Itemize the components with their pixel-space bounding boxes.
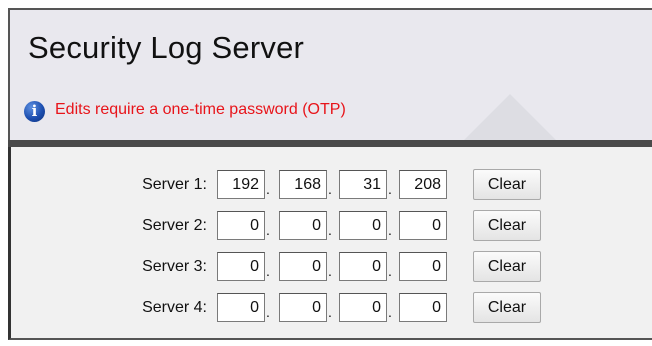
server-1-label: Server 1:: [142, 176, 207, 193]
otp-notice: i Edits require a one-time password (OTP…: [24, 97, 346, 123]
server-4-octet-4[interactable]: [399, 293, 447, 322]
server-row-1: Server 1: . . . Clear: [11, 169, 651, 200]
server-3-octet-1[interactable]: [217, 252, 265, 281]
octet-separator: .: [328, 263, 332, 279]
octet-separator: .: [266, 181, 270, 197]
server-row-2: Server 2: . . . Clear: [11, 210, 651, 241]
watermark-shape: [450, 94, 570, 140]
octet-separator: .: [388, 263, 392, 279]
server-4-octet-1[interactable]: [217, 293, 265, 322]
octet-separator: .: [266, 263, 270, 279]
server-1-octet-1[interactable]: [217, 170, 265, 199]
server-1-clear-button[interactable]: Clear: [473, 169, 541, 200]
server-3-octet-3[interactable]: [339, 252, 387, 281]
octet-separator: .: [388, 222, 392, 238]
page-header: Security Log Server i Edits require a on…: [8, 8, 652, 140]
server-1-octet-2[interactable]: [279, 170, 327, 199]
octet-separator: .: [388, 304, 392, 320]
server-1-octet-4[interactable]: [399, 170, 447, 199]
server-settings-panel: Server 1: . . . Clear Server 2: . . . Cl…: [8, 147, 652, 340]
server-row-4: Server 4: . . . Clear: [11, 292, 651, 323]
server-3-octet-2[interactable]: [279, 252, 327, 281]
octet-separator: .: [388, 181, 392, 197]
octet-separator: .: [266, 222, 270, 238]
octet-separator: .: [328, 304, 332, 320]
page-title: Security Log Server: [28, 30, 305, 65]
otp-notice-text: Edits require a one-time password (OTP): [55, 101, 346, 118]
security-log-server-page: Security Log Server i Edits require a on…: [0, 0, 652, 346]
server-3-clear-button[interactable]: Clear: [473, 251, 541, 282]
info-icon: i: [24, 100, 45, 122]
server-2-octet-2[interactable]: [279, 211, 327, 240]
server-4-clear-button[interactable]: Clear: [473, 292, 541, 323]
server-2-label: Server 2:: [142, 217, 207, 234]
server-2-octet-4[interactable]: [399, 211, 447, 240]
server-1-octet-3[interactable]: [339, 170, 387, 199]
octet-separator: .: [266, 304, 270, 320]
server-2-octet-3[interactable]: [339, 211, 387, 240]
server-3-label: Server 3:: [142, 258, 207, 275]
section-divider: [8, 140, 652, 147]
server-2-clear-button[interactable]: Clear: [473, 210, 541, 241]
server-4-octet-3[interactable]: [339, 293, 387, 322]
server-row-3: Server 3: . . . Clear: [11, 251, 651, 282]
server-3-octet-4[interactable]: [399, 252, 447, 281]
octet-separator: .: [328, 181, 332, 197]
server-4-octet-2[interactable]: [279, 293, 327, 322]
server-4-label: Server 4:: [142, 299, 207, 316]
server-2-octet-1[interactable]: [217, 211, 265, 240]
octet-separator: .: [328, 222, 332, 238]
